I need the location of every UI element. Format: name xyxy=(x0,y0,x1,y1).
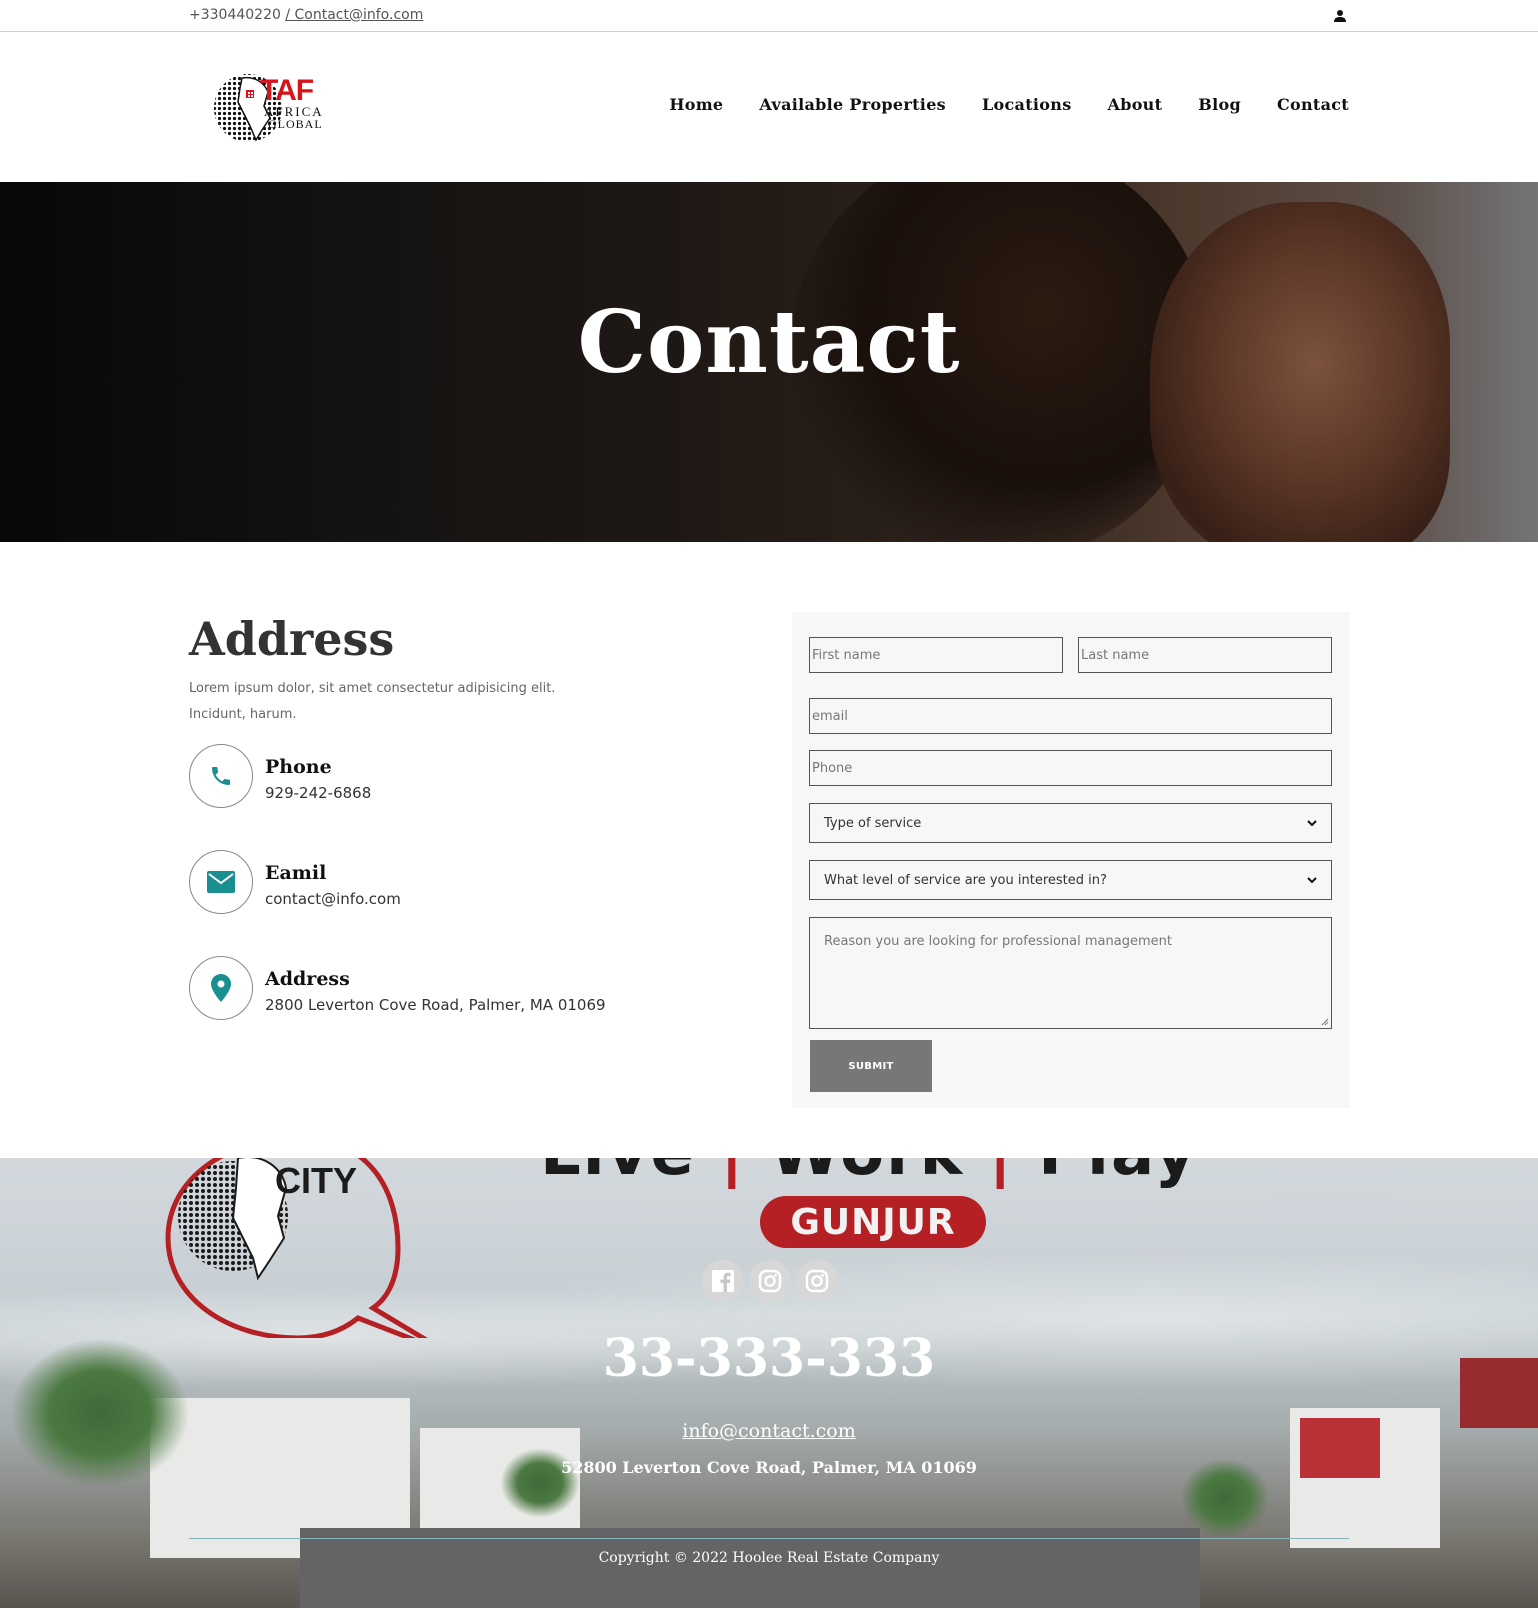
info-address-label: Address xyxy=(265,968,350,990)
address-title: Address xyxy=(189,612,395,666)
chevron-down-icon xyxy=(1307,877,1317,884)
nav-locations[interactable]: Locations xyxy=(982,95,1072,114)
contact-form: First name Last name email Phone Type of… xyxy=(792,612,1350,1108)
info-phone-label: Phone xyxy=(265,756,332,778)
footer-copyright: Copyright © 2022 Hoolee Real Estate Comp… xyxy=(598,1550,940,1566)
email-input[interactable]: email xyxy=(809,698,1332,734)
phone-icon-circle xyxy=(189,744,253,808)
user-icon[interactable] xyxy=(1333,9,1347,23)
banner-location-badge: GUNJUR xyxy=(760,1196,986,1248)
info-address-value: 2800 Leverton Cove Road, Palmer, MA 0106… xyxy=(265,996,606,1014)
footer-address: 52800 Leverton Cove Road, Palmer, MA 010… xyxy=(561,1458,977,1477)
facebook-link[interactable] xyxy=(702,1260,744,1302)
chevron-down-icon xyxy=(1307,820,1317,827)
first-name-input[interactable]: First name xyxy=(809,637,1063,673)
social-links xyxy=(702,1260,838,1302)
info-address: Address 2800 Leverton Cove Road, Palmer,… xyxy=(189,956,689,1020)
footer-phone: 33-333-333 xyxy=(602,1328,936,1389)
top-email-link[interactable]: / Contact@info.com xyxy=(285,7,423,23)
slogan-divider: | xyxy=(988,1158,1013,1190)
location-icon-circle xyxy=(189,956,253,1020)
slogan-live: Live xyxy=(540,1158,696,1190)
slogan-play: Play xyxy=(1038,1158,1198,1190)
info-phone: Phone 929-242-6868 xyxy=(189,744,689,808)
submit-button[interactable]: SUBMIT xyxy=(810,1040,932,1092)
instagram-link[interactable] xyxy=(796,1260,838,1302)
mail-icon-circle xyxy=(189,850,253,914)
phone-icon xyxy=(212,767,230,785)
footer-divider xyxy=(189,1538,1349,1539)
top-bar: +330440220 / Contact@info.com xyxy=(0,0,1538,32)
facebook-icon xyxy=(712,1270,734,1292)
hero-title: Contact xyxy=(577,292,961,393)
service-type-select[interactable]: Type of service xyxy=(809,803,1332,843)
phone-input[interactable]: Phone xyxy=(809,750,1332,786)
info-phone-value: 929-242-6868 xyxy=(265,784,372,802)
service-type-value: Type of service xyxy=(824,815,922,831)
location-pin-icon xyxy=(211,974,231,1002)
site-footer: CITY Live | Work | Play GUNJUR xyxy=(0,1158,1538,1608)
logo-text-global: GLOBAL xyxy=(268,117,323,131)
address-description: Lorem ipsum dolor, sit amet consectetur … xyxy=(189,681,556,722)
service-level-select[interactable]: What level of service are you interested… xyxy=(809,860,1332,900)
banner-slogan: Live | Work | Play xyxy=(540,1158,1198,1190)
info-email-label: Eamil xyxy=(265,862,327,884)
site-header: TAF AFRICA GLOBAL Home Available Propert… xyxy=(0,32,1538,182)
nav-available-properties[interactable]: Available Properties xyxy=(759,95,946,114)
main-nav: Home Available Properties Locations Abou… xyxy=(669,95,1349,114)
reason-textarea[interactable]: Reason you are looking for professional … xyxy=(809,917,1332,1029)
top-phone: +330440220 xyxy=(189,7,281,23)
resize-grip-icon[interactable] xyxy=(1319,1016,1329,1026)
reason-placeholder: Reason you are looking for professional … xyxy=(824,934,1172,949)
instagram-icon xyxy=(805,1269,829,1293)
site-logo[interactable]: TAF AFRICA GLOBAL xyxy=(212,66,342,146)
nav-contact[interactable]: Contact xyxy=(1277,95,1349,114)
last-name-input[interactable]: Last name xyxy=(1078,637,1332,673)
nav-about[interactable]: About xyxy=(1108,95,1163,114)
logo-text-taf: TAF xyxy=(260,74,314,107)
info-email: Eamil contact@info.com xyxy=(189,850,689,914)
slogan-work: Work xyxy=(770,1158,964,1190)
top-contact-line: +330440220 / Contact@info.com xyxy=(189,7,423,23)
banner-logo-text: CITY xyxy=(275,1160,358,1201)
nav-home[interactable]: Home xyxy=(669,95,723,114)
hero-banner: Contact xyxy=(0,182,1538,542)
service-level-value: What level of service are you interested… xyxy=(824,872,1107,888)
info-email-value: contact@info.com xyxy=(265,890,401,908)
instagram-link[interactable] xyxy=(749,1260,791,1302)
footer-email-link[interactable]: info@contact.com xyxy=(0,1420,1538,1442)
mail-icon xyxy=(207,871,235,893)
nav-blog[interactable]: Blog xyxy=(1198,95,1241,114)
slogan-divider: | xyxy=(720,1158,745,1190)
instagram-icon xyxy=(758,1269,782,1293)
